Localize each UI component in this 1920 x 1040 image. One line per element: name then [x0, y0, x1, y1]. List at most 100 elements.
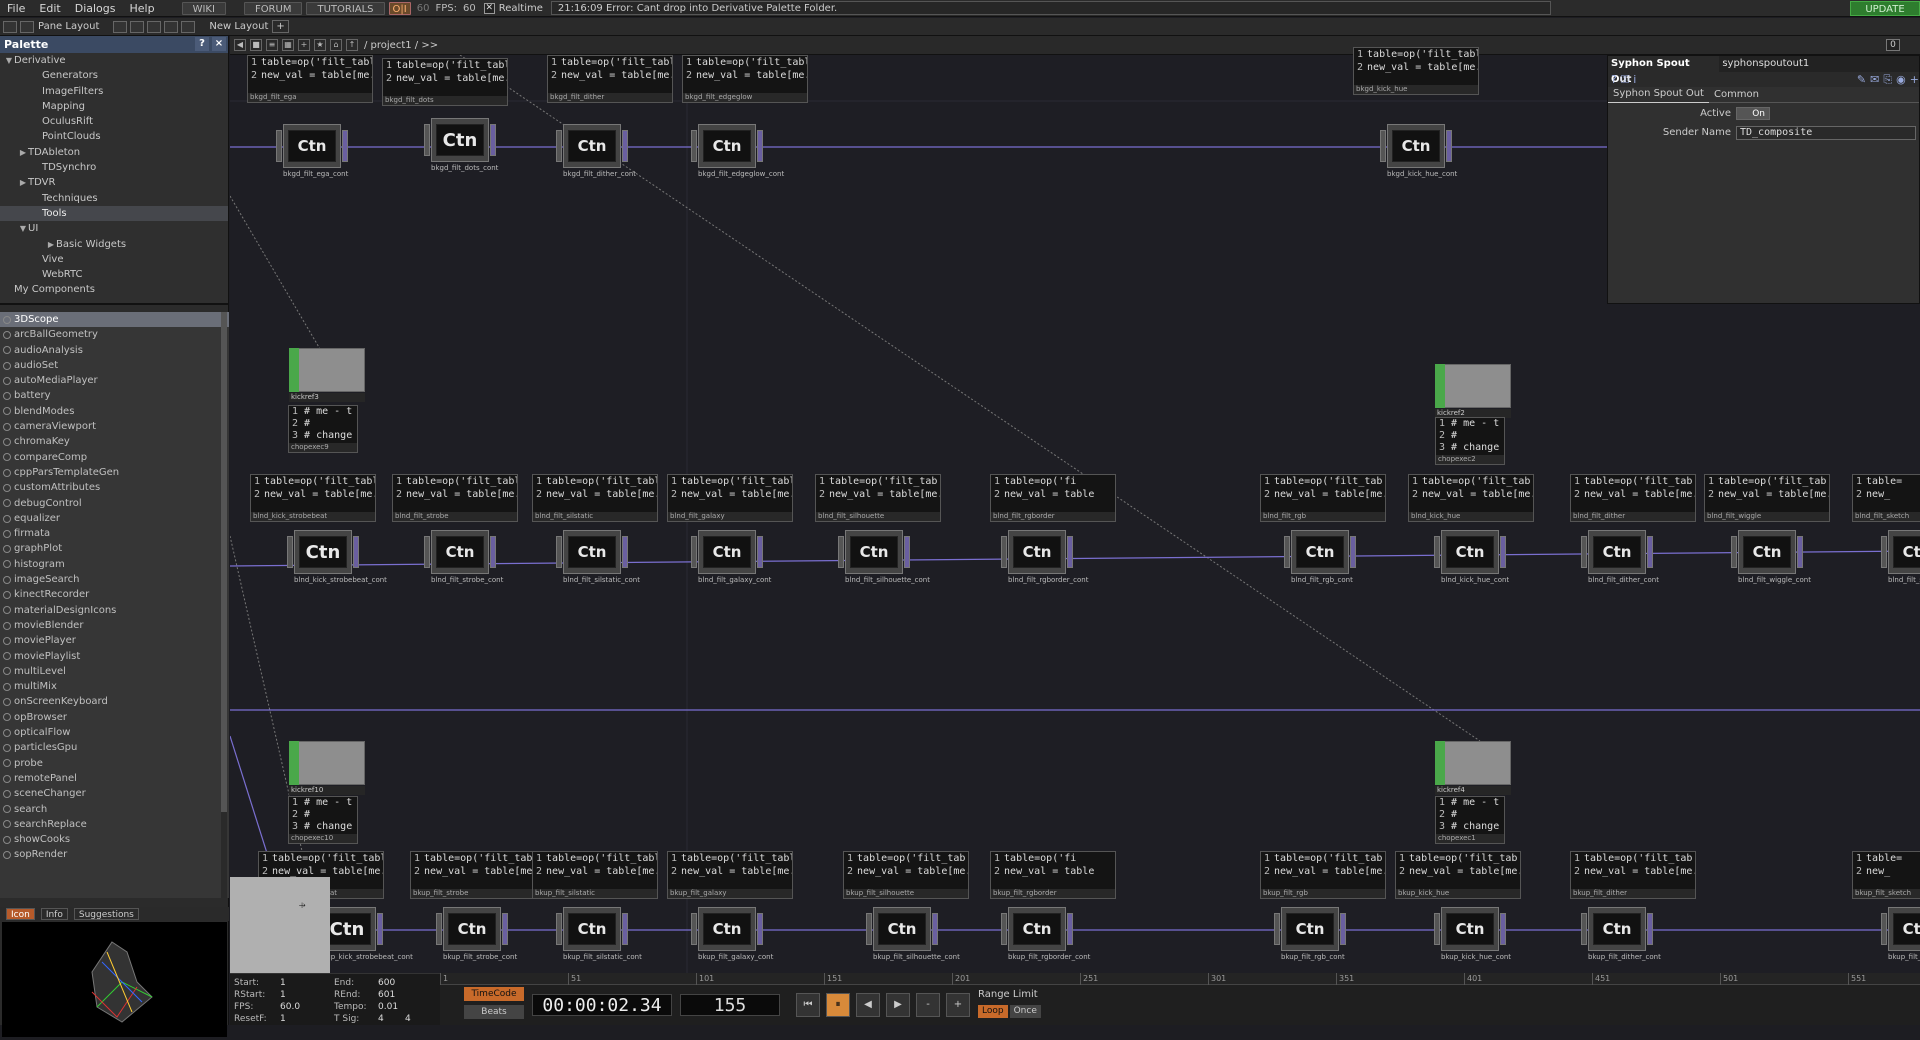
list-icon[interactable]: ≡ — [266, 39, 278, 51]
tempo-value[interactable]: 0.01 — [378, 1002, 398, 1012]
text-dat-node[interactable]: 1 table=op('filt_tab 2 new_val = table[me. b… — [1260, 851, 1386, 899]
color-icon[interactable]: ◉ — [1896, 73, 1906, 86]
input-connector[interactable] — [1001, 913, 1007, 945]
container-comp-node[interactable]: Ctn bkup_filt_silstatic_cont — [555, 907, 642, 962]
container-comp-node[interactable]: Ctn bkgd_filt_dither_cont — [555, 124, 636, 179]
tsig-value-1[interactable]: 4 — [378, 1014, 384, 1024]
fps-value[interactable]: 60.0 — [280, 1002, 300, 1012]
help-icon[interactable]: ? — [1611, 73, 1617, 86]
text-dat-node[interactable]: 1 table=op('filt_tab 2 new_val = table[me. b… — [1408, 474, 1534, 522]
up-icon[interactable]: ↑ — [346, 39, 358, 51]
component-list-item[interactable]: audioAnalysis — [0, 343, 229, 358]
component-list-item[interactable]: audioSet — [0, 358, 229, 373]
text-dat-node[interactable]: 1 table=op('filt_tab 2 new_val = table[me. b… — [1260, 474, 1386, 522]
input-connector[interactable] — [691, 130, 697, 162]
expand-down-icon[interactable]: ▼ — [4, 53, 14, 68]
input-connector[interactable] — [1001, 536, 1007, 568]
chopexec-dat-node[interactable]: 1 # me - t2 #3 # change chopexec2 — [1435, 417, 1505, 465]
tab-suggestions[interactable]: Suggestions — [73, 908, 139, 920]
speed-down-button[interactable]: - — [916, 993, 940, 1017]
text-dat-node[interactable]: 1 table=op('fi 2 new_val = table bkup_filt_r… — [990, 851, 1116, 899]
beats-mode-button[interactable]: Beats — [464, 1005, 524, 1019]
step-forward-button[interactable]: ▶ — [886, 993, 910, 1017]
active-toggle[interactable]: On — [1736, 107, 1770, 120]
container-comp-node[interactable]: Ctn bkup_filt_rgb_cont — [1273, 907, 1347, 962]
component-list-item[interactable]: arcBallGeometry — [0, 327, 229, 342]
tree-item[interactable]: ▼ UI — [0, 221, 228, 236]
forum-button[interactable]: FORUM — [243, 1, 303, 15]
component-list-item[interactable]: remotePanel — [0, 771, 229, 786]
text-dat-node[interactable]: 1 table=op('filt_table 2 new_val = table[me… — [532, 851, 658, 899]
input-connector[interactable] — [556, 913, 562, 945]
tutorials-button[interactable]: TUTORIALS — [306, 1, 385, 15]
container-comp-node[interactable]: Ctn bkgd_filt_dots_cont — [423, 118, 498, 173]
output-connector[interactable] — [757, 913, 763, 945]
text-dat-node[interactable]: 1 table=op('filt_table 2 new_val = table[me… — [532, 474, 658, 522]
network-path[interactable]: / project1 / >> — [364, 40, 438, 51]
text-dat-node[interactable]: 1 table=op('fi 2 new_val = table blnd_filt_r… — [990, 474, 1116, 522]
component-list-item[interactable]: searchReplace — [0, 817, 229, 832]
tree-item[interactable]: Tools — [0, 205, 228, 222]
text-dat-node[interactable]: 1 table=op('filt_table 2 new_val = table[me… — [667, 851, 793, 899]
loop-button[interactable]: Loop — [978, 1005, 1008, 1018]
operator-name-field[interactable]: syphonspoutout1 — [1719, 56, 1919, 72]
component-list-item[interactable]: multiMix — [0, 679, 229, 694]
new-layout-tab[interactable]: New Layout — [209, 21, 268, 32]
start-value[interactable]: 1 — [280, 978, 286, 988]
add-icon[interactable]: + — [298, 39, 310, 51]
layout-4-icon[interactable] — [164, 20, 179, 33]
container-comp-node[interactable]: Ctn bkup_filt_sketch_cont — [1880, 907, 1920, 962]
container-comp-node[interactable]: Ctn blnd_filt_strobe_cont — [423, 530, 503, 585]
tree-item[interactable]: ▶ TDVR — [0, 175, 228, 190]
component-list-item[interactable]: autoMediaPlayer — [0, 373, 229, 388]
expand-right-icon[interactable]: ▶ — [18, 145, 28, 160]
output-connector[interactable] — [622, 536, 628, 568]
output-connector[interactable] — [904, 536, 910, 568]
component-list-item[interactable]: cppParsTemplateGen — [0, 465, 229, 480]
sender-name-field[interactable]: TD_composite — [1736, 125, 1916, 140]
container-comp-node[interactable]: Ctn bkup_filt_galaxy_cont — [690, 907, 773, 962]
input-connector[interactable] — [556, 130, 562, 162]
container-comp-node[interactable]: Ctn bkup_filt_silhouette_cont — [865, 907, 960, 962]
container-comp-node[interactable]: Ctn blnd_filt_rgb_cont — [1283, 530, 1357, 585]
layout-5-icon[interactable] — [181, 20, 196, 33]
container-comp-node[interactable]: Ctn blnd_filt_dither_cont — [1580, 530, 1659, 585]
input-connector[interactable] — [1881, 536, 1887, 568]
menu-help[interactable]: Help — [123, 0, 162, 17]
component-list-item[interactable]: moviePlayer — [0, 633, 229, 648]
update-button[interactable]: UPDATE — [1850, 1, 1920, 16]
component-list-item[interactable]: 3DScope — [0, 312, 229, 328]
scroll-thumb[interactable] — [221, 312, 227, 812]
speed-up-button[interactable]: + — [946, 993, 970, 1017]
component-list-item[interactable]: probe — [0, 756, 229, 771]
menu-file[interactable]: File — [0, 0, 32, 17]
output-connector[interactable] — [1446, 130, 1452, 162]
output-connector[interactable] — [342, 130, 348, 162]
text-dat-node[interactable]: 1 table=op('filt_tab 2 new_val = table[me. b… — [815, 474, 941, 522]
component-list-item[interactable]: graphPlot — [0, 541, 229, 556]
pane-split-icon[interactable] — [20, 20, 34, 33]
chop-node[interactable]: kickref3 — [289, 348, 365, 403]
expand-down-icon[interactable]: ▼ — [18, 221, 28, 236]
container-comp-node[interactable]: Ctn blnd_kick_hue_cont — [1433, 530, 1509, 585]
python-icon[interactable]: ⚿ — [1621, 73, 1629, 87]
component-list-item[interactable]: onScreenKeyboard — [0, 694, 229, 709]
component-list-item[interactable]: customAttributes — [0, 480, 229, 495]
tree-item[interactable]: OculusRift — [0, 114, 228, 129]
tree-item[interactable]: PointClouds — [0, 129, 228, 144]
text-dat-node[interactable]: 1table=op('filt_table'2new_val = table[m… — [250, 474, 376, 522]
tab-common[interactable]: Common — [1709, 87, 1764, 103]
stop-icon[interactable]: ■ — [250, 39, 262, 51]
chopexec-dat-node[interactable]: 1 # me - t2 #3 # change chopexec10 — [288, 796, 358, 844]
component-list-item[interactable]: sopRender — [0, 847, 229, 862]
input-connector[interactable] — [1434, 913, 1440, 945]
container-comp-node[interactable]: Ctn bkgd_kick_hue_cont — [1379, 124, 1457, 179]
tree-item[interactable]: ImageFilters — [0, 84, 228, 99]
tab-info[interactable]: Info — [40, 908, 68, 920]
container-comp-node[interactable]: Ctn bkup_filt_dither_cont — [1580, 907, 1661, 962]
tree-item[interactable]: My Components — [0, 282, 228, 297]
output-connector[interactable] — [1797, 536, 1803, 568]
end-value[interactable]: 600 — [378, 978, 395, 988]
component-list-item[interactable]: particlesGpu — [0, 740, 229, 755]
chop-node[interactable]: kickref10 — [289, 741, 365, 796]
